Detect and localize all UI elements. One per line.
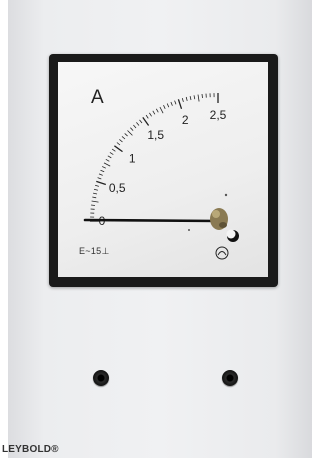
scale-minor-tick	[103, 162, 111, 167]
scale-label: 2	[182, 113, 189, 127]
scale-label: 2,5	[210, 108, 227, 122]
scale-minor-tick	[163, 105, 166, 109]
scale-minor-tick	[189, 96, 192, 101]
scale-minor-tick	[136, 122, 140, 126]
scale-minor-tick	[92, 196, 97, 199]
needle	[83, 218, 220, 223]
needle-pivot-highlight	[212, 210, 220, 218]
needle-pivot-shadow	[219, 222, 227, 228]
instrument-symbols: E~15⊥	[79, 246, 110, 256]
unit-label: A	[91, 87, 104, 108]
face-dot	[224, 193, 228, 197]
scale-minor-tick	[93, 192, 98, 195]
brand-logo: LEYBOLD®	[2, 444, 59, 455]
scale-minor-tick	[149, 112, 152, 117]
scale-minor-tick	[193, 95, 196, 100]
scale-minor-tick	[127, 130, 133, 136]
right-socket[interactable]	[222, 370, 238, 386]
scale-minor-tick	[93, 188, 98, 191]
scale-minor-tick	[119, 139, 123, 143]
scale-minor-tick	[111, 148, 116, 152]
scale-minor-tick	[174, 100, 177, 105]
scale-minor-tick	[116, 142, 121, 146]
scale-minor-tick	[107, 155, 112, 159]
left-socket[interactable]	[93, 370, 109, 386]
scale-minor-tick	[133, 124, 137, 129]
scale-major-tick	[142, 117, 150, 126]
scale-minor-tick	[139, 119, 143, 124]
scale-minor-tick	[121, 136, 126, 140]
scale-label: 0,5	[109, 181, 126, 195]
scale-minor-tick	[90, 204, 96, 206]
mounting-symbol-arc	[217, 251, 227, 256]
scale-minor-tick	[124, 133, 128, 137]
scale-major-tick	[177, 99, 183, 110]
scale-minor-tick	[197, 94, 200, 102]
scale-labels: 00,511,522,5	[99, 108, 227, 228]
scale-minor-tick	[105, 158, 110, 162]
scale-ticks	[90, 93, 219, 222]
scale-minor-tick	[91, 200, 99, 203]
face-dot	[188, 229, 190, 231]
scale-minor-tick	[109, 152, 114, 155]
scale-minor-tick	[94, 184, 100, 187]
scale-minor-tick	[130, 127, 134, 131]
scale-minor-tick	[102, 166, 106, 169]
scale-minor-tick	[166, 103, 170, 108]
scale-label: 1	[129, 152, 136, 166]
scale-minor-tick	[155, 108, 159, 113]
scale-minor-tick	[170, 101, 173, 106]
scale-minor-tick	[185, 96, 188, 101]
scale-minor-tick	[97, 177, 102, 180]
zero-adjust-screw-cap	[226, 229, 236, 239]
mounting-symbol-icon	[215, 246, 229, 260]
scale-minor-tick	[100, 169, 105, 173]
scale-major-tick	[114, 145, 123, 153]
scale-minor-tick	[98, 173, 103, 176]
scale-minor-tick	[152, 110, 156, 115]
scale-minor-tick	[201, 93, 203, 99]
scale-minor-tick	[181, 97, 184, 103]
scale-minor-tick	[145, 114, 149, 119]
scale-label: 1,5	[147, 128, 164, 142]
scale-minor-tick	[159, 106, 164, 114]
meter-scale: 00,511,522,5	[83, 93, 239, 260]
scale-major-tick	[96, 180, 107, 186]
